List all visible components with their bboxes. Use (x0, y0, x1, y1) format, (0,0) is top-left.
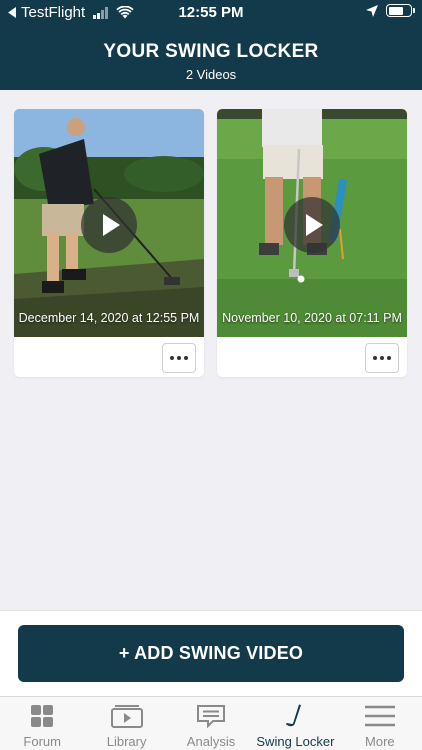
tab-more[interactable]: More (338, 697, 422, 750)
golf-club-icon (286, 704, 302, 727)
tab-label: More (365, 734, 395, 749)
tab-label: Library (106, 734, 147, 749)
video-card[interactable]: November 10, 2020 at 07:11 PM (217, 109, 407, 377)
more-options-button[interactable] (365, 343, 399, 373)
status-time: 12:55 PM (178, 4, 244, 21)
tab-bar: Forum Library Analysis Swing Locker More (0, 696, 422, 750)
tab-label: Analysis (186, 734, 236, 749)
tab-label: Swing Locker (256, 734, 335, 749)
video-library-icon (110, 705, 143, 728)
grid-icon (31, 705, 54, 727)
page-title: YOUR SWING LOCKER (103, 41, 319, 62)
dot-icon (170, 356, 174, 360)
add-video-bar: + ADD SWING VIDEO (0, 610, 422, 696)
dot-icon (380, 356, 384, 360)
tab-library[interactable]: Library (84, 697, 168, 750)
menu-icon (364, 705, 395, 727)
chat-bubble-icon (197, 705, 226, 728)
video-date: November 10, 2020 at 07:11 PM (222, 311, 402, 325)
battery-icon (386, 4, 415, 17)
dot-icon (373, 356, 377, 360)
dot-icon (184, 356, 188, 360)
video-count: 2 Videos (185, 67, 237, 82)
header-bar: TestFlight 12:55 PM YOUR SWING LOCKER 2 … (0, 0, 422, 90)
tab-label: Forum (23, 734, 61, 749)
play-icon[interactable] (81, 197, 137, 253)
tab-forum[interactable]: Forum (0, 697, 84, 750)
status-bar: TestFlight 12:55 PM (0, 0, 422, 24)
tab-swing-locker[interactable]: Swing Locker (253, 697, 337, 750)
dot-icon (177, 356, 181, 360)
add-swing-video-button[interactable]: + ADD SWING VIDEO (18, 625, 404, 682)
video-date: December 14, 2020 at 12:55 PM (18, 311, 200, 325)
video-thumbnail[interactable]: December 14, 2020 at 12:55 PM (14, 109, 204, 337)
video-card[interactable]: December 14, 2020 at 12:55 PM (14, 109, 204, 377)
play-icon[interactable] (284, 197, 340, 253)
more-options-button[interactable] (162, 343, 196, 373)
dot-icon (387, 356, 391, 360)
tab-analysis[interactable]: Analysis (169, 697, 253, 750)
video-thumbnail[interactable]: November 10, 2020 at 07:11 PM (217, 109, 407, 337)
location-arrow-icon (366, 4, 378, 17)
